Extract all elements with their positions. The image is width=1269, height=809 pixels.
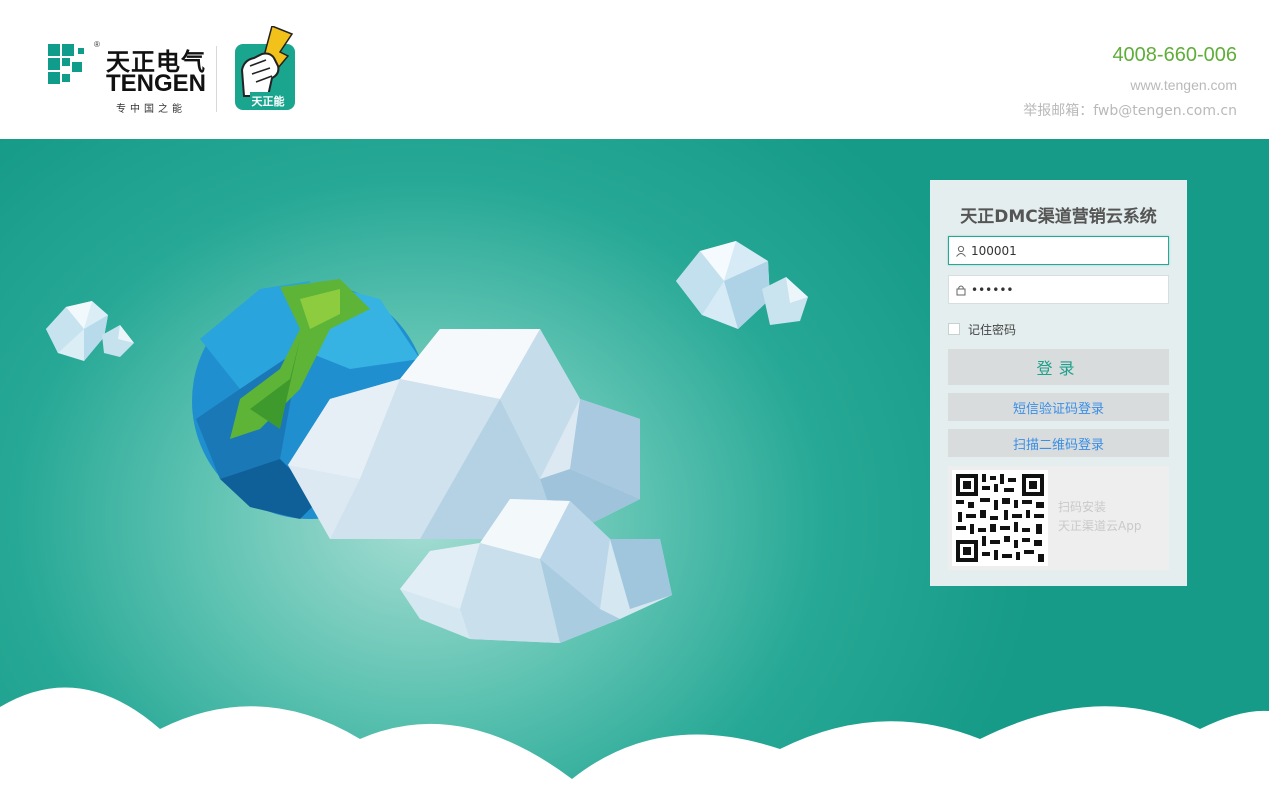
- website-link[interactable]: www.tengen.com: [1023, 76, 1237, 94]
- contact-info: 4008-660-006 www.tengen.com 举报邮箱：fwb@ten…: [1023, 42, 1237, 120]
- login-button[interactable]: 登录: [948, 349, 1169, 385]
- qr-text-line1: 扫码安装: [1058, 500, 1107, 514]
- report-email: 举报邮箱：fwb@tengen.com.cn: [1023, 103, 1237, 119]
- remember-label: 记住密码: [968, 322, 1017, 337]
- small-cloud-left-icon: [46, 301, 134, 361]
- brand-name-en: TENGEN: [106, 70, 207, 97]
- app-download-text: 扫码安装 天正渠道云App: [1058, 498, 1141, 536]
- tengen-logo: ® 天正电气 TENGEN 专中国之能: [48, 40, 208, 116]
- lock-icon: [956, 285, 966, 295]
- tengen-logo-mark-icon: [48, 44, 84, 84]
- password-field[interactable]: ••••••: [948, 275, 1169, 304]
- password-value[interactable]: ••••••: [971, 283, 1013, 297]
- remember-checkbox[interactable]: [948, 323, 960, 335]
- brand-slogan: 专中国之能: [116, 104, 186, 115]
- small-cloud-right-icon: [676, 241, 808, 329]
- mascot-fist-icon: 天正能: [235, 26, 295, 110]
- qr-code-icon: [952, 470, 1048, 566]
- user-icon: [956, 245, 966, 257]
- sms-login-button[interactable]: 短信验证码登录: [948, 393, 1169, 421]
- registered-mark: ®: [94, 40, 100, 49]
- page-header: ® 天正电气 TENGEN 专中国之能 天正能 4008-660-006 www…: [0, 0, 1269, 139]
- mascot-label: 天正能: [252, 94, 285, 108]
- remember-password[interactable]: 记住密码: [948, 321, 1169, 337]
- app-download-box: 扫码安装 天正渠道云App: [948, 466, 1169, 570]
- qr-text-line2: 天正渠道云App: [1058, 519, 1142, 533]
- qr-login-button[interactable]: 扫描二维码登录: [948, 429, 1169, 457]
- hotline-phone: 4008-660-006: [1112, 44, 1237, 66]
- username-field[interactable]: 100001: [948, 236, 1169, 265]
- login-panel: 天正DMC渠道营销云系统 100001 •••••• 记住密码 登录 短信验证码…: [930, 180, 1187, 586]
- header-divider: [216, 46, 217, 112]
- bottom-cloud-band: [0, 687, 1269, 809]
- system-title: 天正DMC渠道营销云系统: [960, 207, 1157, 227]
- username-value[interactable]: 100001: [971, 244, 1017, 258]
